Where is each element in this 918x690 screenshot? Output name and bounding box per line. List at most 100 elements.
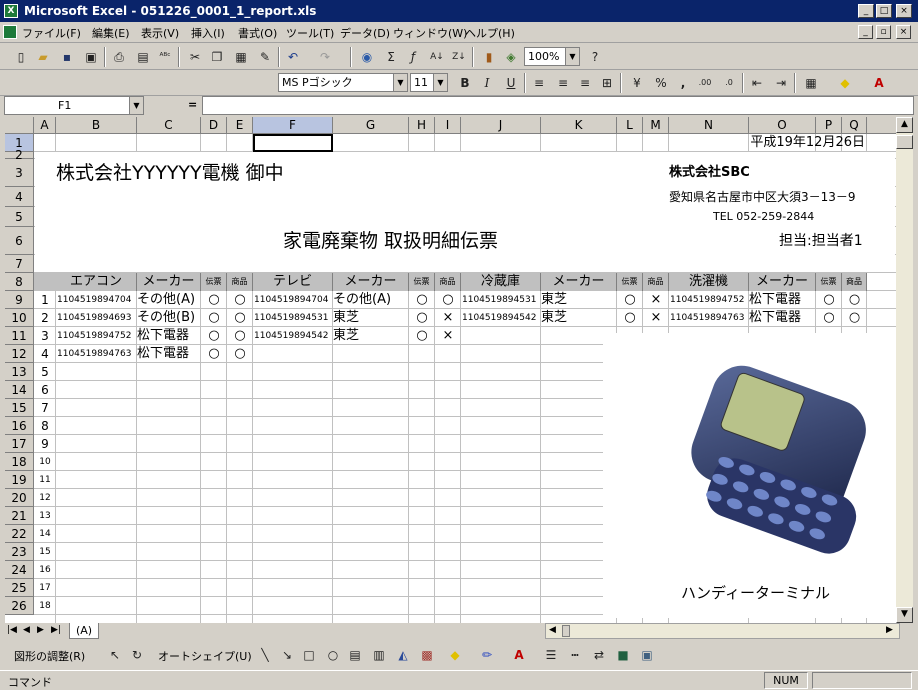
shadow-icon[interactable]: ■ xyxy=(614,646,632,664)
autosum-icon[interactable]: Σ xyxy=(382,48,400,66)
undo-icon[interactable]: ↶ xyxy=(284,48,302,66)
italic-button[interactable]: I xyxy=(478,74,496,92)
row-header-21[interactable]: 21 xyxy=(5,507,34,525)
redo-icon[interactable]: ↷ xyxy=(316,48,334,66)
minimize-button[interactable]: _ xyxy=(858,4,874,18)
column-header-p[interactable]: P xyxy=(816,117,842,134)
copy-icon[interactable]: ❐ xyxy=(208,48,226,66)
worksheet-grid[interactable]: ABCDEFGHIJKLMNOPQR1234567891011121314151… xyxy=(5,117,896,623)
row-header-19[interactable]: 19 xyxy=(5,471,34,489)
column-header-a[interactable]: A xyxy=(34,117,56,134)
column-header-o[interactable]: O xyxy=(749,117,816,134)
tab-last-icon[interactable]: ▶| xyxy=(51,625,61,635)
chevron-down-icon[interactable]: ▼ xyxy=(393,74,407,91)
menu-file[interactable]: ファイル(F) xyxy=(22,25,81,41)
column-header-k[interactable]: K xyxy=(541,117,617,134)
fill-color-icon[interactable]: ◆ xyxy=(836,74,854,92)
autoshape-menu[interactable]: オートシェイプ(U) xyxy=(158,648,252,664)
row-header-6[interactable]: 6 xyxy=(5,227,34,255)
merge-center-icon[interactable]: ⊞ xyxy=(598,74,616,92)
menu-help[interactable]: ヘルプ(H) xyxy=(465,25,515,41)
column-header-d[interactable]: D xyxy=(201,117,227,134)
decrease-decimal-icon[interactable]: .0 xyxy=(720,74,738,92)
row-header-17[interactable]: 17 xyxy=(5,435,34,453)
row-header-9[interactable]: 9 xyxy=(5,291,34,309)
print-icon[interactable]: ⎙ xyxy=(110,48,128,66)
indent-icon[interactable]: ⇥ xyxy=(772,74,790,92)
row-header-4[interactable]: 4 xyxy=(5,187,34,207)
column-header-g[interactable]: G xyxy=(333,117,409,134)
row-header-25[interactable]: 25 xyxy=(5,579,34,597)
row-header-16[interactable]: 16 xyxy=(5,417,34,435)
print-preview-icon[interactable]: ▤ xyxy=(134,48,152,66)
increase-decimal-icon[interactable]: .00 xyxy=(696,74,714,92)
column-header-h[interactable]: H xyxy=(409,117,435,134)
comma-icon[interactable]: , xyxy=(674,74,692,92)
row-header-23[interactable]: 23 xyxy=(5,543,34,561)
column-header-e[interactable]: E xyxy=(227,117,253,134)
column-header-r[interactable]: R xyxy=(867,117,896,134)
line-color-icon[interactable]: ✏ xyxy=(478,646,496,664)
line-icon[interactable]: ╲ xyxy=(256,646,274,664)
column-header-q[interactable]: Q xyxy=(842,117,867,134)
name-box[interactable]: F1 ▼ xyxy=(4,96,144,115)
save-icon[interactable]: ▪ xyxy=(58,48,76,66)
chevron-down-icon[interactable]: ▼ xyxy=(129,97,143,114)
chevron-down-icon[interactable]: ▼ xyxy=(433,74,447,91)
column-header-l[interactable]: L xyxy=(617,117,643,134)
textbox-icon[interactable]: ▤ xyxy=(346,646,364,664)
line-style-icon[interactable]: ☰ xyxy=(542,646,560,664)
column-header-f[interactable]: F xyxy=(253,117,333,134)
open-icon[interactable]: ▰ xyxy=(34,48,52,66)
menu-window[interactable]: ウィンドウ(W) xyxy=(393,25,467,41)
percent-icon[interactable]: % xyxy=(652,74,670,92)
scroll-thumb[interactable] xyxy=(896,135,913,149)
column-header-n[interactable]: N xyxy=(669,117,749,134)
select-all-corner[interactable] xyxy=(5,117,34,134)
row-header-22[interactable]: 22 xyxy=(5,525,34,543)
row-header-2[interactable]: 2 xyxy=(5,149,34,161)
zoom-select[interactable]: 100% ▼ xyxy=(524,47,580,66)
scroll-right-icon[interactable]: ▶ xyxy=(886,625,893,635)
font-color-draw-icon[interactable]: A xyxy=(510,646,528,664)
row-header-5[interactable]: 5 xyxy=(5,207,34,227)
align-right-icon[interactable]: ≡ xyxy=(576,74,594,92)
sort-desc-icon[interactable]: Z↓ xyxy=(450,48,468,66)
3d-icon[interactable]: ▣ xyxy=(638,646,656,664)
wordart-icon[interactable]: ▥ xyxy=(370,646,388,664)
row-header-13[interactable]: 13 xyxy=(5,363,34,381)
menu-insert[interactable]: 挿入(I) xyxy=(191,25,225,41)
row-header-12[interactable]: 12 xyxy=(5,345,34,363)
bold-button[interactable]: B xyxy=(456,74,474,92)
column-header-i[interactable]: I xyxy=(435,117,461,134)
selected-cell-f1[interactable] xyxy=(253,134,333,152)
document-icon[interactable] xyxy=(3,25,17,39)
row-header-20[interactable]: 20 xyxy=(5,489,34,507)
rotate-icon[interactable]: ↻ xyxy=(128,646,146,664)
diagram-icon[interactable]: ◭ xyxy=(394,646,412,664)
row-header-24[interactable]: 24 xyxy=(5,561,34,579)
column-header-c[interactable]: C xyxy=(137,117,201,134)
font-color-icon[interactable]: A xyxy=(870,74,888,92)
paste-icon[interactable]: ▦ xyxy=(232,48,250,66)
hyperlink-icon[interactable]: ◉ xyxy=(358,48,376,66)
select-objects-icon[interactable]: ↖ xyxy=(106,646,124,664)
column-header-b[interactable]: B xyxy=(56,117,137,134)
menu-tools[interactable]: ツール(T) xyxy=(286,25,334,41)
doc-restore-button[interactable]: ▫ xyxy=(876,25,891,39)
fill-icon[interactable]: ◆ xyxy=(446,646,464,664)
scroll-left-icon[interactable]: ◀ xyxy=(549,625,556,635)
tab-prev-icon[interactable]: ◀ xyxy=(23,625,30,635)
drawing-icon[interactable]: ◈ xyxy=(502,48,520,66)
clipart-icon[interactable]: ▩ xyxy=(418,646,436,664)
tab-first-icon[interactable]: |◀ xyxy=(7,625,17,635)
horizontal-scrollbar[interactable]: ◀ ▶ xyxy=(545,623,900,639)
row-header-3[interactable]: 3 xyxy=(5,159,34,187)
currency-icon[interactable]: ¥ xyxy=(628,74,646,92)
row-header-18[interactable]: 18 xyxy=(5,453,34,471)
arrow-style-icon[interactable]: ⇄ xyxy=(590,646,608,664)
menu-view[interactable]: 表示(V) xyxy=(141,25,179,41)
row-header-15[interactable]: 15 xyxy=(5,399,34,417)
menu-data[interactable]: データ(D) xyxy=(340,25,390,41)
align-center-icon[interactable]: ≡ xyxy=(554,74,572,92)
